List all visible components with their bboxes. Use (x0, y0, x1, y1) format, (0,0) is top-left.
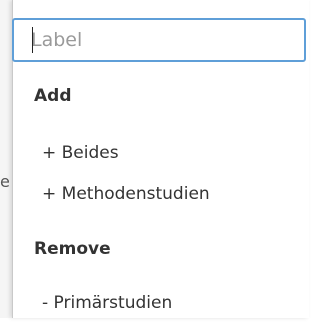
menu-item-add-beides[interactable]: + Beides (30, 133, 306, 173)
group-header-remove: Remove (34, 239, 111, 259)
label-search-input[interactable] (12, 18, 306, 62)
menu-item-add-methodenstudien[interactable]: + Methodenstudien (30, 174, 306, 214)
group-header-add: Add (34, 86, 72, 106)
text-cursor (32, 27, 33, 53)
background-text-fragment: e (0, 172, 10, 191)
menu-item-remove-primaerstudien[interactable]: - Primärstudien (30, 283, 306, 323)
